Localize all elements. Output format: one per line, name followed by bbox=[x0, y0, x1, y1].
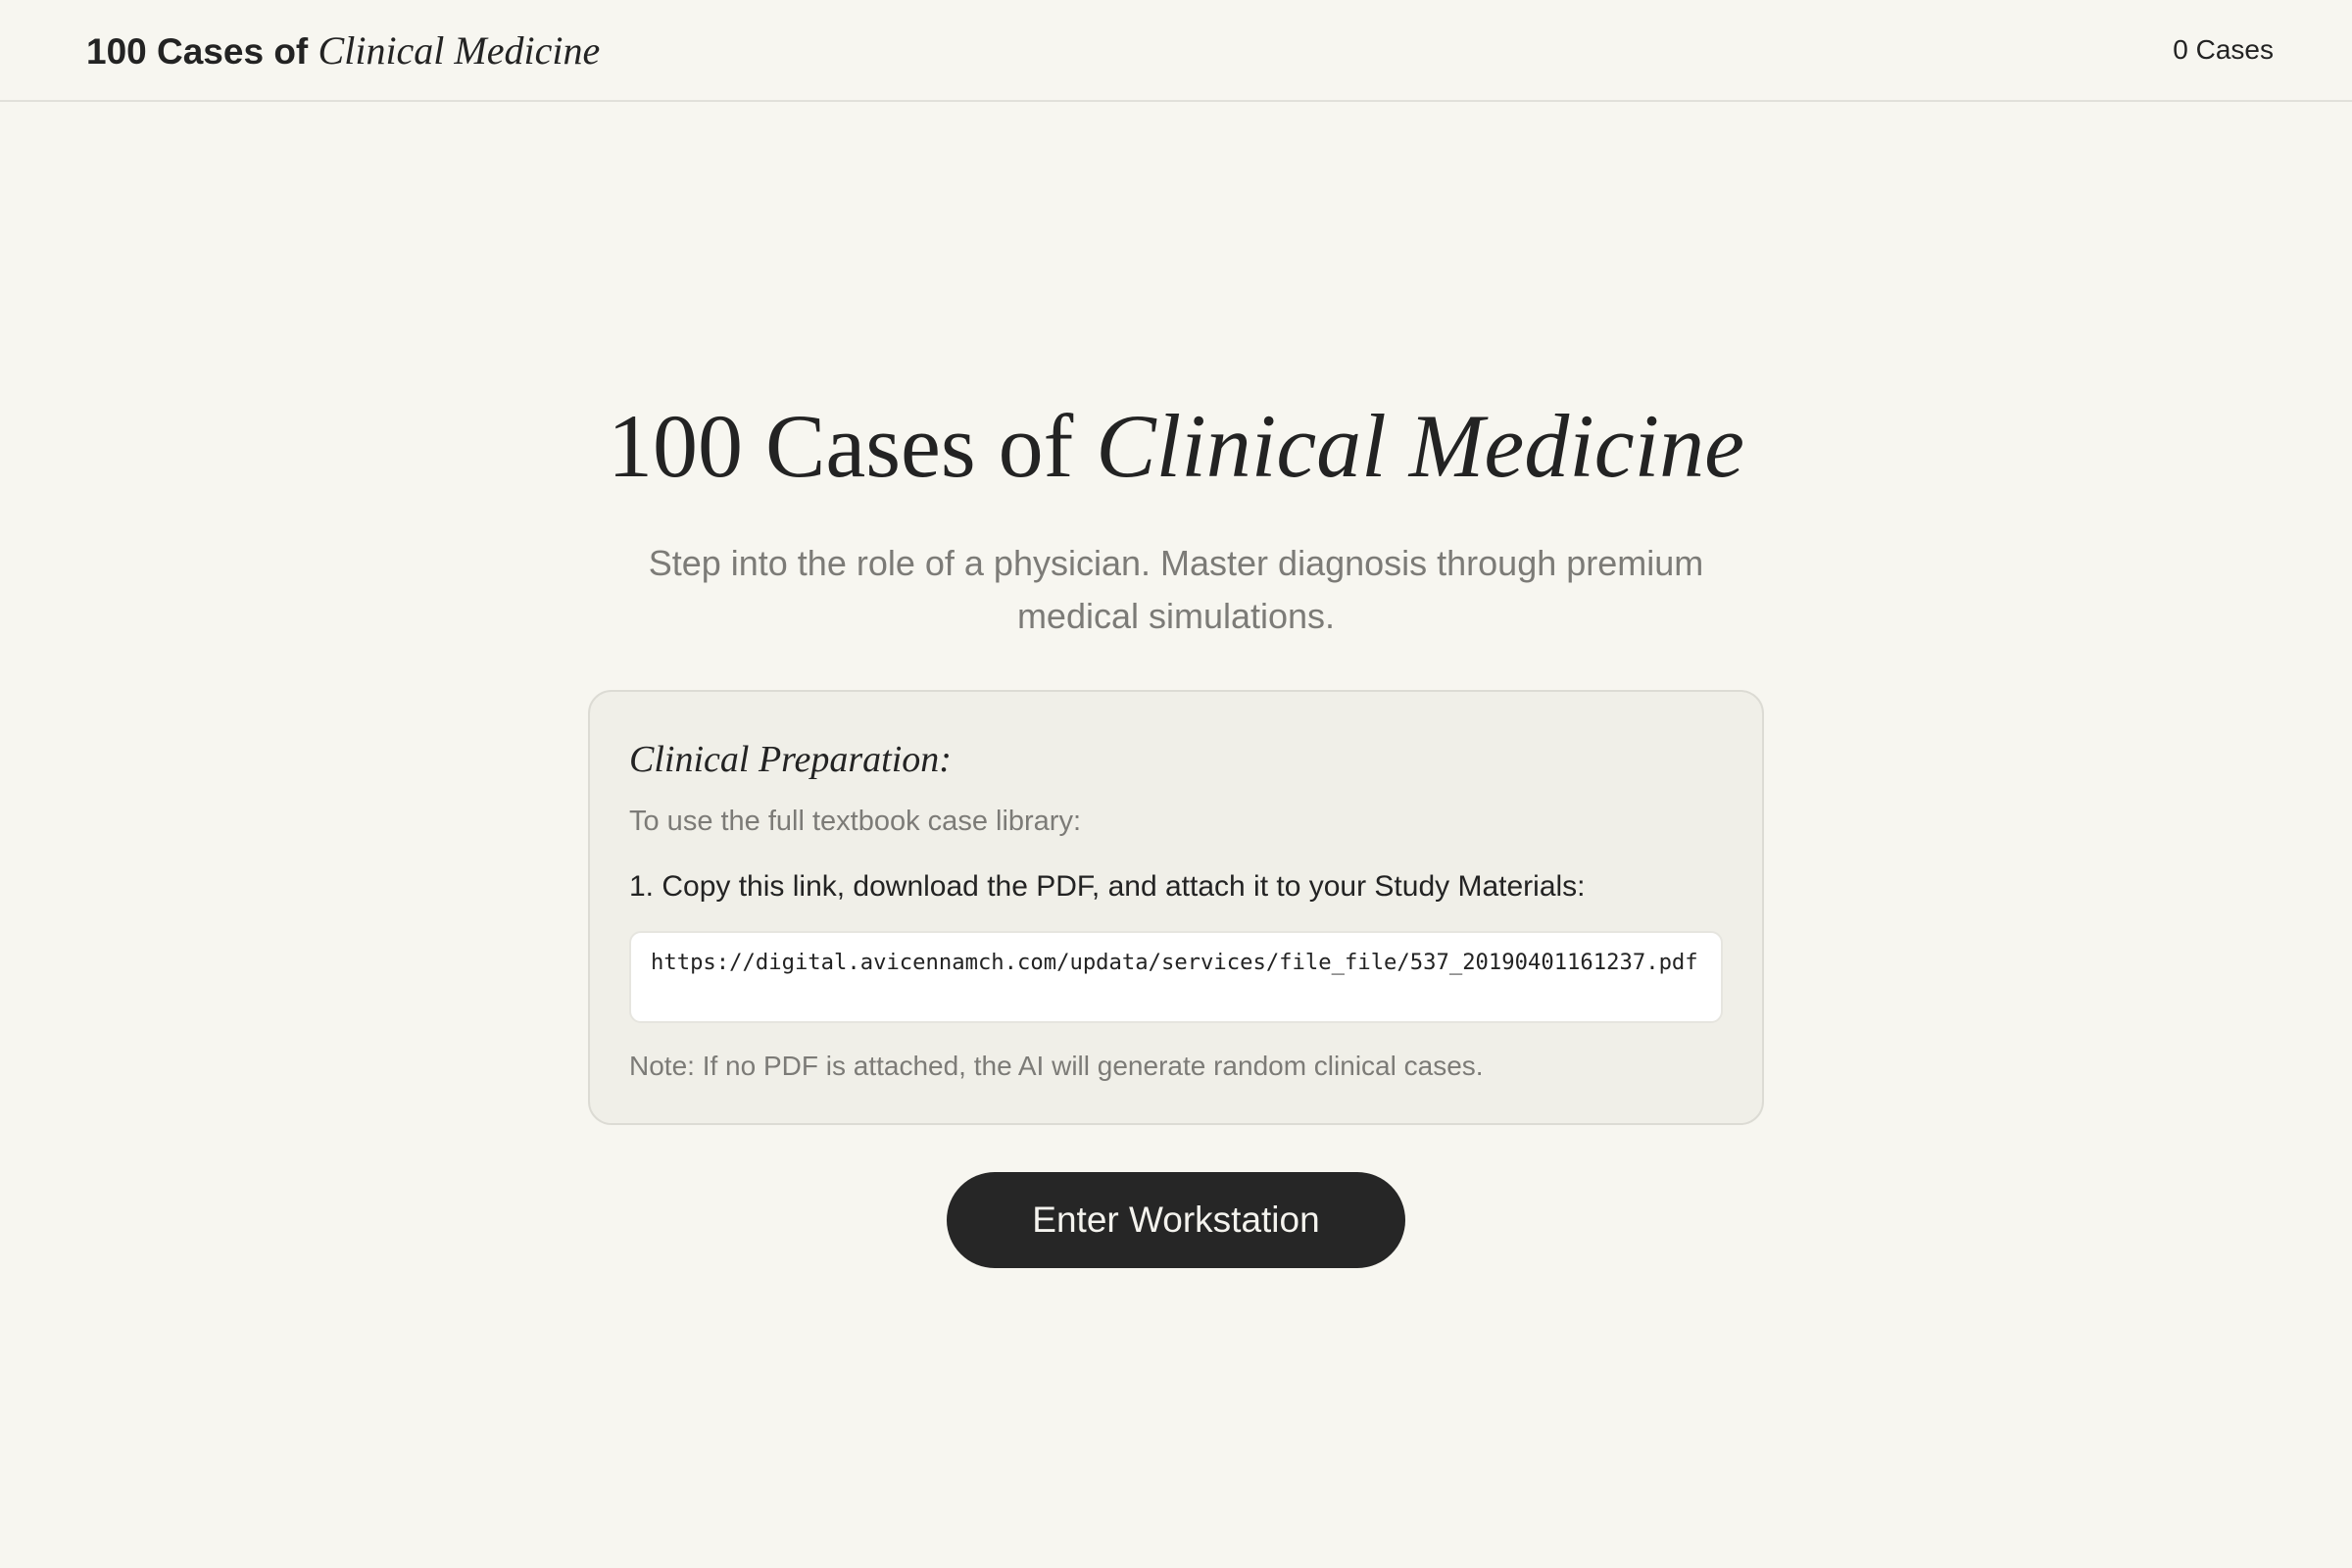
brand-text: 100 Cases of bbox=[86, 31, 309, 72]
panel-note: Note: If no PDF is attached, the AI will… bbox=[629, 1051, 1484, 1081]
case-count[interactable]: 0 Cases bbox=[2173, 33, 2274, 67]
enter-workstation-button[interactable]: Enter Workstation bbox=[947, 1172, 1405, 1268]
brand-logo[interactable]: 100 Cases of Clinical Medicine bbox=[86, 25, 600, 77]
clinical-preparation-panel: Clinical Preparation: To use the full te… bbox=[588, 690, 1764, 1125]
panel-intro: To use the full textbook case library: bbox=[629, 806, 1082, 837]
panel-step-1: 1. Copy this link, download the PDF, and… bbox=[629, 870, 1586, 903]
brand-text-italic: Clinical Medicine bbox=[318, 28, 601, 73]
pdf-link-field[interactable]: https://digital.avicennamch.com/updata/s… bbox=[629, 931, 1723, 1023]
page-subtitle: Step into the role of a physician. Maste… bbox=[648, 543, 1704, 636]
page-title-italic: Clinical Medicine bbox=[1096, 396, 1744, 496]
page-title: 100 Cases of Clinical Medicine bbox=[0, 392, 2352, 500]
panel-title: Clinical Preparation: bbox=[629, 739, 952, 780]
page-title-plain: 100 Cases of bbox=[608, 396, 1074, 496]
top-bar: 100 Cases of Clinical Medicine 0 Cases bbox=[0, 0, 2352, 102]
